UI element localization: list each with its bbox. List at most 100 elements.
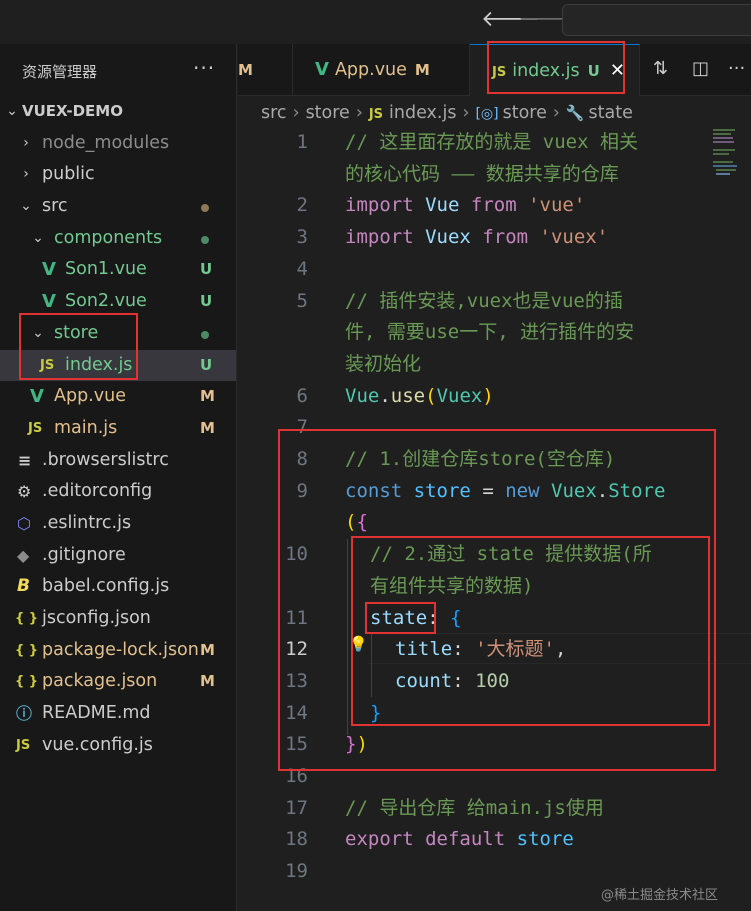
comment: // 这里面存放的就是 vuex 相关 [345,131,638,153]
tree-item-src[interactable]: ⌄ src [0,191,236,223]
identifier: Vuex [436,384,483,407]
vue-file-icon: V [30,386,44,408]
chevron-down-icon: ⌄ [6,103,18,119]
tree-item-gitignore[interactable]: ◆ .gitignore [0,540,236,572]
explorer-root-folder[interactable]: ⌄ VUEX-DEMO [0,96,236,128]
tree-item-package-json[interactable]: { } package.json M [0,666,236,698]
string-literal: 'vue' [528,194,586,217]
breadcrumb-item-state[interactable]: state [589,103,633,123]
keyword: import [345,194,414,217]
line-number: 17 [285,796,308,819]
identifier: Vuex [425,226,471,249]
comment: // 插件安装,vuex也是vue的插 [345,289,623,312]
tree-item-package-lock-json[interactable]: { } package-lock.json M [0,635,236,667]
breadcrumb-item-store-const[interactable]: store [503,103,547,123]
tree-item-jsconfig-json[interactable]: { } jsconfig.json [0,603,236,635]
line-number: 18 [285,828,308,851]
modified-dot-icon [201,204,209,213]
identifier: Vue [345,384,380,407]
chevron-right-icon: › [552,103,560,123]
git-status-badge: M [200,387,215,406]
tree-item-vue-config-js[interactable]: JS vue.config.js [0,730,236,762]
tree-item-babel-config-js[interactable]: B babel.config.js [0,571,236,603]
code-line-1-wrap: 的核心代码 —— 数据共享的仓库 [238,159,751,191]
tree-item-readme-md[interactable]: ⓘ README.md [0,698,236,730]
title-bar: 🡐 🡒 [0,0,751,44]
breadcrumb-item-src[interactable]: src [261,103,287,123]
tree-item-son1-vue[interactable]: V Son1.vue U [0,254,236,286]
tree-item-public[interactable]: › public [0,159,236,191]
chevron-right-icon: › [292,103,300,123]
tree-item-node-modules[interactable]: › node_modules [0,128,236,160]
json-file-icon: { } [15,642,39,658]
split-editor-icon[interactable]: ◫ [692,58,709,79]
tab-label: App.vue [334,60,407,80]
highlight-box-index-tab [487,41,625,94]
keyword: from [482,226,529,249]
git-status-badge: M [200,640,215,659]
git-icon: ◆ [17,545,30,565]
chevron-down-icon: ⌄ [32,229,44,246]
tree-item-label: App.vue [54,386,126,407]
comment: 装初始化 [345,352,422,375]
untracked-dot-icon [201,235,209,244]
tree-item-components[interactable]: ⌄ components [0,223,236,255]
tree-item-label: package-lock.json [42,639,199,660]
git-status-badge: U [200,355,213,374]
code-line-1: 1 // 这里面存放的就是 vuex 相关 [238,127,751,159]
tab-status-badge: M [238,61,253,79]
method-name: use [390,384,426,407]
comment: // 导出仓库 给main.js使用 [345,796,604,819]
line-number: 5 [296,289,308,312]
object-symbol-icon: [◎] [475,106,499,122]
tab-truncated[interactable]: M [238,44,293,96]
git-status-badge: U [200,292,213,311]
tree-item-app-vue[interactable]: V App.vue M [0,381,236,413]
comment: 的核心代码 —— 数据共享的仓库 [345,162,619,185]
chevron-down-icon: ⌄ [20,198,32,215]
code-line-5-wrap2: 装初始化 [238,349,751,381]
tree-item-label: node_modules [42,132,170,153]
tree-item-browserslistrc[interactable]: ≡ .browserslistrc [0,445,236,477]
highlight-box-state-key [365,602,436,634]
chevron-right-icon: › [23,134,29,151]
code-line-17: 17 // 导出仓库 给main.js使用 [238,793,751,825]
breadcrumb-item-store-folder[interactable]: store [306,103,350,123]
git-status-badge: M [200,418,215,437]
breadcrumb: src › store › JS index.js › [◎] store › 🔧 state [238,97,751,129]
line-number: 6 [296,384,308,407]
compare-changes-icon[interactable]: ⇅ [653,58,668,79]
vue-file-icon: V [315,59,329,80]
line-number: 19 [285,860,308,883]
string-literal: 'vuex' [539,226,609,249]
tree-item-main-js[interactable]: JS main.js M [0,413,236,445]
code-line-4: 4 [238,254,751,286]
more-actions-icon[interactable]: ··· [728,58,745,79]
tree-item-label: package.json [42,671,158,692]
keyword: import [345,226,414,249]
code-line-6: 6 Vue.use(Vuex) [238,381,751,413]
json-file-icon: { } [15,611,39,626]
tree-item-label: jsconfig.json [42,608,151,628]
code-line-3: 3 import Vuex from 'vuex' [238,222,751,254]
comment: 件, 需要use一下, 进行插件的安 [345,321,635,344]
tree-item-eslintrc-js[interactable]: ⬡ .eslintrc.js [0,508,236,540]
more-actions-icon[interactable]: ··· [193,56,215,80]
tree-item-editorconfig[interactable]: ⚙ .editorconfig [0,476,236,508]
js-file-icon: JS [28,420,43,436]
keyword: default [425,828,506,851]
command-center-search[interactable] [562,4,751,36]
breadcrumb-item-index-js[interactable]: index.js [389,103,456,123]
chevron-right-icon: › [462,103,470,123]
vue-file-icon: V [42,259,56,281]
explorer-title: 资源管理器 [22,63,98,81]
tree-item-label: babel.config.js [42,576,170,597]
babel-icon: B [17,576,30,597]
tree-item-label: components [54,227,163,248]
tree-item-label: src [42,196,68,217]
tab-app-vue[interactable]: V App.vue M [293,44,470,96]
keyword: export [345,828,414,851]
code-line-2: 2 import Vue from 'vue' [238,190,751,222]
identifier: Vue [425,194,460,217]
tree-item-label: .gitignore [42,544,126,565]
